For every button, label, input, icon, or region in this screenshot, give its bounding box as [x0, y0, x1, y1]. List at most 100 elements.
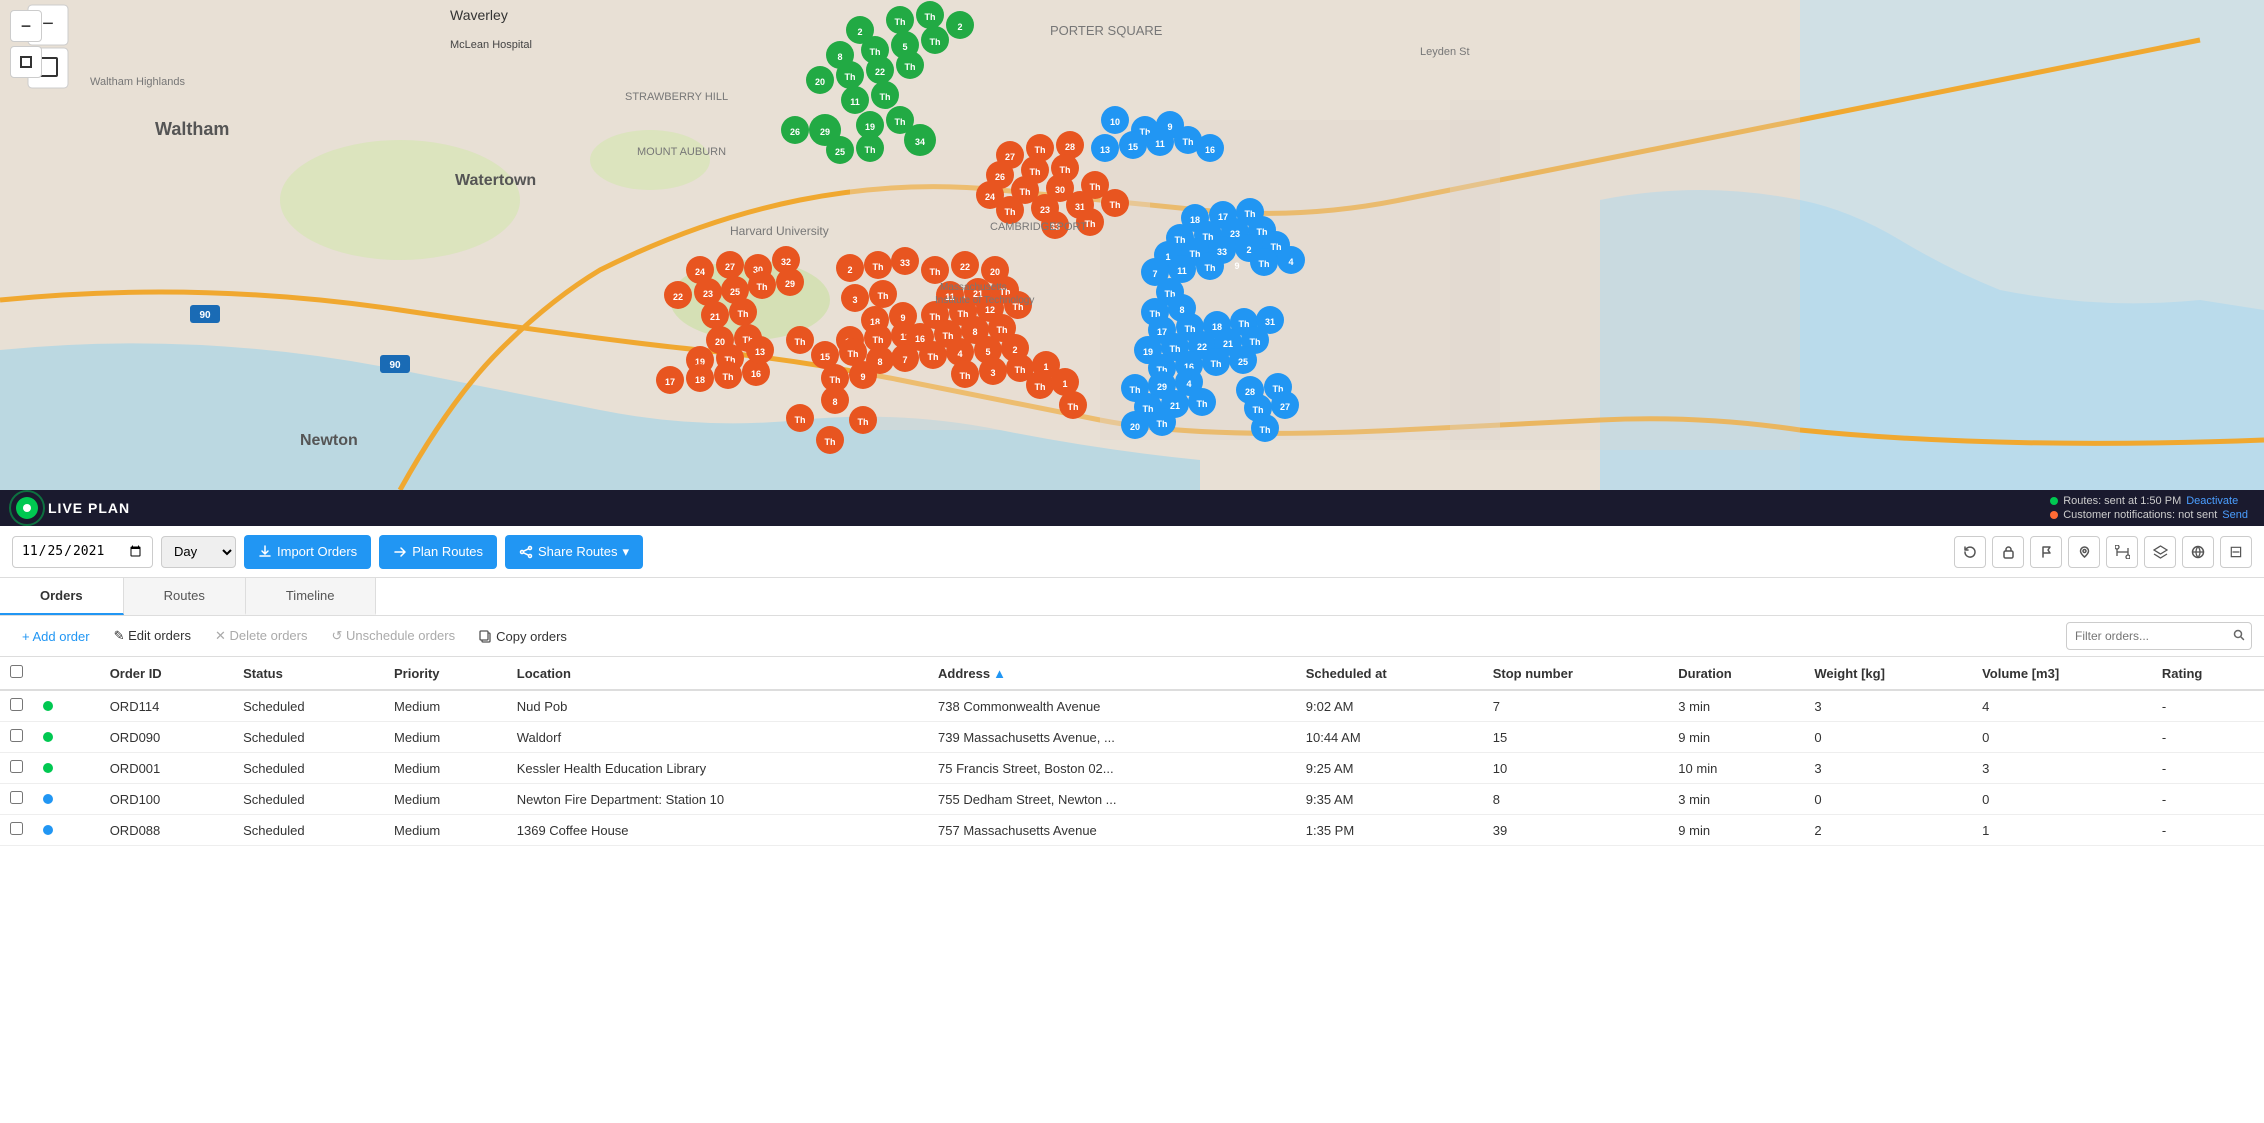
import-orders-button[interactable]: Import Orders [244, 535, 371, 569]
zoom-box-button[interactable] [10, 46, 42, 78]
send-link[interactable]: Send [2222, 509, 2248, 521]
map-area[interactable]: 90 90 2 Th Th 2 8 Th 5 Th 20 Th [0, 0, 2264, 490]
row-checkbox-cell [0, 815, 33, 846]
svg-text:19: 19 [865, 122, 875, 132]
row-priority: Medium [384, 690, 507, 722]
row-address: 75 Francis Street, Boston 02... [928, 753, 1296, 784]
row-checkbox[interactable] [10, 729, 23, 742]
layers-button[interactable] [2144, 536, 2176, 568]
row-status-dot-cell [33, 722, 100, 753]
filter-orders-input[interactable] [2067, 626, 2227, 646]
share-routes-button[interactable]: Share Routes ▾ [505, 535, 643, 569]
row-volume: 0 [1972, 722, 2152, 753]
svg-text:Newton: Newton [300, 432, 358, 449]
svg-text:29: 29 [1157, 382, 1167, 392]
svg-text:11: 11 [850, 97, 860, 107]
add-order-button[interactable]: + Add order [12, 625, 100, 648]
pin-button[interactable] [2068, 536, 2100, 568]
globe-button[interactable] [2182, 536, 2214, 568]
svg-text:4: 4 [1186, 379, 1191, 389]
deactivate-link[interactable]: Deactivate [2186, 495, 2238, 507]
svg-text:Th: Th [1157, 419, 1168, 429]
svg-text:23: 23 [1230, 229, 1240, 239]
svg-text:12: 12 [985, 305, 995, 315]
zoom-minus-button[interactable]: − [10, 10, 42, 42]
svg-text:Waltham: Waltham [155, 119, 229, 139]
svg-text:Harvard University: Harvard University [730, 224, 829, 238]
svg-text:Th: Th [928, 352, 939, 362]
row-checkbox[interactable] [10, 791, 23, 804]
svg-text:Th: Th [958, 309, 969, 319]
svg-text:15: 15 [820, 352, 830, 362]
row-stop-number: 15 [1483, 722, 1669, 753]
svg-text:Th: Th [1035, 145, 1046, 155]
svg-text:27: 27 [1005, 152, 1015, 162]
svg-text:Th: Th [1190, 249, 1201, 259]
row-scheduled-at: 9:25 AM [1296, 753, 1483, 784]
lock-button[interactable] [1992, 536, 2024, 568]
table-row[interactable]: ORD090 Scheduled Medium Waldorf 739 Mass… [0, 722, 2264, 753]
svg-text:21: 21 [710, 312, 720, 322]
select-all-checkbox[interactable] [10, 665, 23, 678]
header-rating: Rating [2152, 657, 2264, 690]
svg-text:Th: Th [1239, 319, 1250, 329]
table-row[interactable]: ORD100 Scheduled Medium Newton Fire Depa… [0, 784, 2264, 815]
row-duration: 10 min [1668, 753, 1804, 784]
svg-text:16: 16 [1205, 145, 1215, 155]
settings-button[interactable]: ⊟ [2220, 536, 2252, 568]
tab-orders[interactable]: Orders [0, 578, 124, 615]
svg-text:16: 16 [751, 369, 761, 379]
svg-text:Th: Th [895, 17, 906, 27]
flag-button[interactable] [2030, 536, 2062, 568]
row-checkbox[interactable] [10, 822, 23, 835]
date-picker[interactable] [12, 536, 153, 568]
svg-text:20: 20 [1130, 422, 1140, 432]
app-container: 90 90 2 Th Th 2 8 Th 5 Th 20 Th [0, 0, 2264, 1123]
row-rating: - [2152, 784, 2264, 815]
svg-text:30: 30 [1055, 185, 1065, 195]
plan-routes-button[interactable]: Plan Routes [379, 535, 497, 569]
svg-text:Th: Th [1015, 365, 1026, 375]
svg-text:22: 22 [673, 292, 683, 302]
copy-orders-button[interactable]: Copy orders [469, 625, 577, 648]
status-dot [43, 732, 53, 742]
svg-text:Th: Th [845, 72, 856, 82]
svg-text:29: 29 [785, 279, 795, 289]
svg-text:Th: Th [1197, 399, 1208, 409]
svg-text:Th: Th [1170, 344, 1181, 354]
table-row[interactable]: ORD114 Scheduled Medium Nud Pob 738 Comm… [0, 690, 2264, 722]
table-row[interactable]: ORD088 Scheduled Medium 1369 Coffee Hous… [0, 815, 2264, 846]
svg-text:Th: Th [1250, 337, 1261, 347]
status-dot [43, 701, 53, 711]
header-address[interactable]: Address▲ [928, 657, 1296, 690]
view-selector[interactable]: Day Week Month [161, 536, 236, 568]
svg-text:19: 19 [1143, 347, 1153, 357]
svg-text:Th: Th [925, 12, 936, 22]
row-checkbox[interactable] [10, 760, 23, 773]
refresh-button[interactable] [1954, 536, 1986, 568]
unschedule-orders-button[interactable]: ↺ Unschedule orders [322, 624, 466, 648]
svg-text:Th: Th [1130, 385, 1141, 395]
svg-text:22: 22 [875, 67, 885, 77]
filter-search-button[interactable] [2227, 629, 2251, 644]
row-status: Scheduled [233, 722, 384, 753]
orders-table-container: Order ID Status Priority Location Addres… [0, 657, 2264, 1123]
svg-text:2: 2 [1246, 245, 1251, 255]
svg-text:Th: Th [1253, 405, 1264, 415]
delete-orders-button[interactable]: ✕ Delete orders [205, 624, 318, 648]
edit-orders-button[interactable]: ✎ Edit orders [104, 624, 201, 648]
route-icon-button[interactable] [2106, 536, 2138, 568]
svg-text:Th: Th [858, 417, 869, 427]
table-row[interactable]: ORD001 Scheduled Medium Kessler Health E… [0, 753, 2264, 784]
row-stop-number: 39 [1483, 815, 1669, 846]
svg-text:2: 2 [957, 22, 962, 32]
svg-text:Th: Th [895, 117, 906, 127]
tab-routes[interactable]: Routes [124, 578, 246, 615]
row-order-id: ORD088 [100, 815, 233, 846]
svg-text:Th: Th [880, 92, 891, 102]
svg-text:1: 1 [1043, 362, 1048, 372]
svg-text:4: 4 [1288, 257, 1293, 267]
tab-timeline[interactable]: Timeline [246, 578, 376, 615]
orders-table: Order ID Status Priority Location Addres… [0, 657, 2264, 846]
row-checkbox[interactable] [10, 698, 23, 711]
